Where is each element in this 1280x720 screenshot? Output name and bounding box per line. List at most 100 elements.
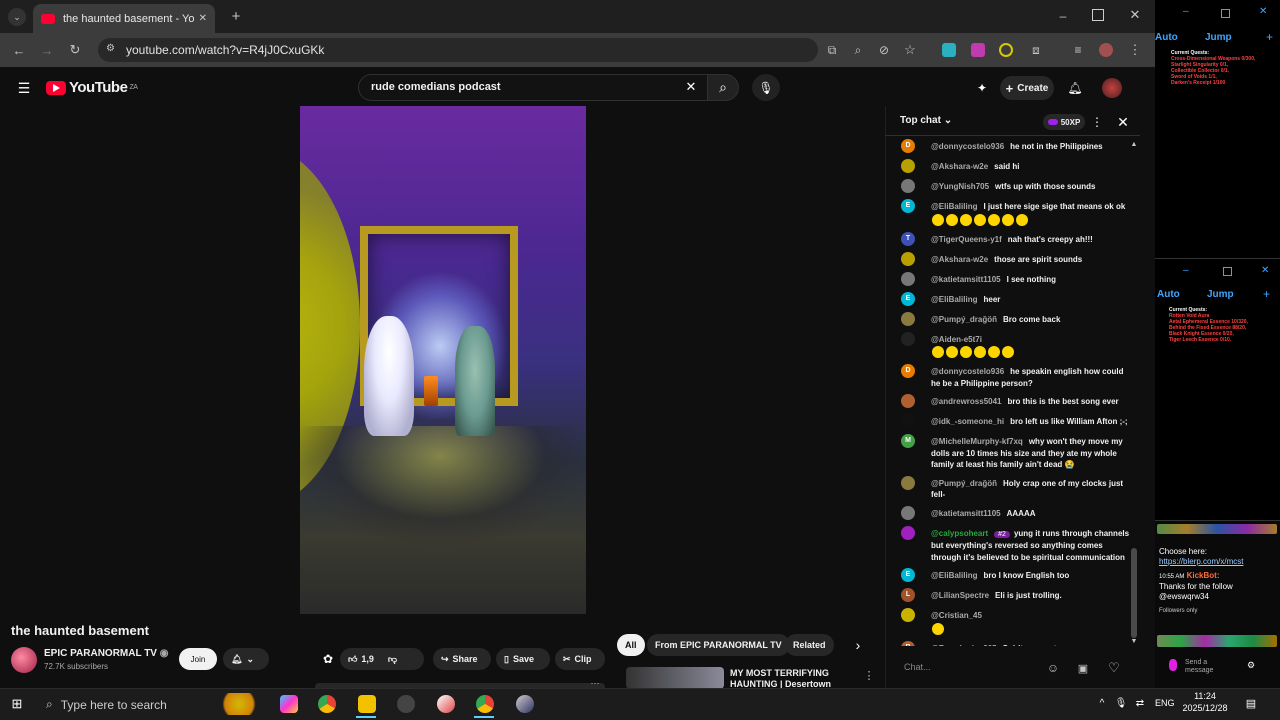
ai-sparkle-icon[interactable]: ✦	[974, 80, 990, 96]
chat-avatar[interactable]	[901, 179, 915, 193]
browser-tab[interactable]: the haunted basement - Yo ✕	[33, 4, 215, 33]
chat-avatar[interactable]: D	[901, 139, 915, 153]
chip-all[interactable]: All	[617, 634, 645, 656]
heart-icon[interactable]: ♡	[1106, 660, 1122, 676]
chat-avatar[interactable]	[901, 608, 915, 622]
chrome-icon[interactable]	[318, 695, 336, 713]
chat-input[interactable]: Chat...	[898, 657, 1028, 679]
chat-author[interactable]: @EliBaliling	[931, 202, 977, 211]
close-window-icon[interactable]: ✕	[1128, 7, 1142, 23]
close-window-icon[interactable]: ✕	[1261, 265, 1269, 276]
maximize-window-icon[interactable]	[1092, 9, 1104, 21]
close-window-icon[interactable]: ✕	[1259, 6, 1267, 17]
chat-avatar[interactable]	[901, 414, 915, 428]
minimize-window-icon[interactable]: –	[1183, 6, 1189, 17]
chat-avatar[interactable]: L	[901, 588, 915, 602]
file-explorer-icon[interactable]	[358, 695, 376, 713]
extension-icon[interactable]	[971, 43, 985, 57]
xp-badge[interactable]: 50XP	[1043, 114, 1085, 130]
language-indicator[interactable]: ENG	[1155, 698, 1175, 708]
account-avatar[interactable]	[1102, 78, 1122, 98]
channel-avatar[interactable]	[11, 647, 37, 673]
thumbs-down-icon[interactable]: 👎︎	[388, 654, 397, 665]
bookmark-star-icon[interactable]: ☆	[902, 42, 918, 58]
close-chat-icon[interactable]: ✕	[1115, 114, 1131, 130]
chat-avatar[interactable]: E	[901, 568, 915, 582]
chat-avatar[interactable]: D	[901, 364, 915, 378]
obs-icon[interactable]	[397, 695, 415, 713]
video-player[interactable]	[300, 106, 586, 614]
chat-author[interactable]: @Brandonian305	[931, 644, 997, 647]
chat-author[interactable]: @LilianSpectre	[931, 591, 989, 600]
chat-avatar[interactable]	[901, 525, 915, 540]
chat-author[interactable]: @andrewross5041	[931, 397, 1002, 406]
extension-icon[interactable]	[999, 43, 1013, 57]
microphone-icon[interactable]: 🎙	[1114, 696, 1128, 710]
windows-start-icon[interactable]: ⊞	[10, 696, 24, 711]
jump-link[interactable]: Jump	[1207, 289, 1234, 300]
chat-avatar[interactable]: T	[901, 231, 915, 246]
tray-overflow-icon[interactable]: ^	[1096, 697, 1108, 709]
maximize-window-icon[interactable]	[1221, 9, 1230, 18]
address-bar[interactable]: ⚙ youtube.com/watch?v=R4jJ0CxuGKk	[98, 38, 818, 62]
chat-author[interactable]: @Pumpý_drağöñ	[931, 315, 997, 324]
emote-row[interactable]	[1157, 635, 1277, 647]
search-input[interactable]: rude comedians podcast	[358, 74, 708, 101]
auto-link[interactable]: Auto	[1157, 289, 1180, 300]
chat-author[interactable]: @calypsoheart	[931, 529, 988, 538]
settings-icon[interactable]: ⚙	[1247, 660, 1255, 671]
voice-search-icon[interactable]: 🎙	[752, 74, 780, 101]
chat-author[interactable]: @donnycostelo936	[931, 367, 1004, 376]
site-info-icon[interactable]: ⚙	[106, 43, 115, 54]
chip-from-channel[interactable]: From EPIC PARANORMAL TV	[647, 634, 790, 656]
guide-menu-icon[interactable]: ☰	[16, 80, 32, 96]
jump-link[interactable]: Jump	[1205, 32, 1232, 43]
youtube-logo[interactable]: YouTube ZA	[46, 79, 138, 96]
recommended-thumbnail[interactable]	[626, 667, 724, 689]
forward-icon[interactable]: →	[39, 42, 55, 58]
chat-author[interactable]: @Aiden-e5t7i	[931, 335, 982, 344]
tab-close-icon[interactable]: ✕	[199, 13, 207, 24]
super-chat-icon[interactable]: ▣	[1075, 660, 1091, 676]
chat-avatar[interactable]: M	[901, 434, 915, 448]
chat-author[interactable]: @EliBaliling	[931, 295, 977, 304]
add-icon[interactable]: +	[1266, 30, 1273, 44]
chat-avatar[interactable]	[901, 505, 915, 520]
chat-author[interactable]: @Akshara-w2e	[931, 162, 988, 171]
more-actions-icon[interactable]: ···	[588, 678, 602, 688]
chat-author[interactable]: @katietamsitt1105	[931, 509, 1001, 518]
top-chat-dropdown[interactable]: Top chat ⌄	[900, 115, 952, 126]
taskbar-clock[interactable]: 11:24 2025/12/28	[1176, 690, 1234, 714]
back-icon[interactable]: ←	[11, 42, 27, 58]
chat-avatar[interactable]	[901, 475, 915, 490]
chat-menu-icon[interactable]: ⋮	[1091, 114, 1103, 130]
extensions-puzzle-icon[interactable]: ⧈	[1028, 42, 1044, 58]
chip-related[interactable]: Related	[785, 634, 834, 656]
clear-search-icon[interactable]: ✕	[684, 79, 698, 95]
network-icon[interactable]: ⇄	[1133, 696, 1147, 710]
scroll-down-icon[interactable]: ▼	[1130, 637, 1138, 645]
add-icon[interactable]: +	[1263, 287, 1270, 301]
share-button[interactable]: ↪ Share	[433, 648, 491, 670]
emote-bar[interactable]	[1157, 524, 1277, 534]
send-message-input[interactable]: Send a message	[1185, 659, 1221, 675]
minimize-window-icon[interactable]: –	[1056, 8, 1070, 24]
clip-button[interactable]: ✂ Clip	[555, 648, 605, 670]
chat-avatar[interactable]	[901, 271, 915, 286]
reload-icon[interactable]: ↻	[67, 42, 83, 58]
search-icon[interactable]: ⌕	[707, 74, 739, 101]
scroll-up-icon[interactable]: ▲	[1130, 140, 1138, 148]
recommended-title[interactable]: MY MOST TERRIFYING HAUNTING | Desertown …	[730, 668, 860, 688]
chat-author[interactable]: @MichelleMurphy-kf7xq	[931, 437, 1023, 446]
like-dislike-button[interactable]: 👍︎ 1,9 👎︎	[340, 648, 424, 670]
chat-author[interactable]: @katietamsitt1105	[931, 275, 1001, 284]
chat-avatar[interactable]: E	[901, 291, 915, 306]
chat-avatar[interactable]	[901, 394, 915, 408]
save-button[interactable]: ▯ Save	[496, 648, 550, 670]
zoom-icon[interactable]: ⌕	[850, 42, 866, 58]
chat-author[interactable]: @YungNish705	[931, 182, 989, 191]
copilot-icon[interactable]	[280, 695, 298, 713]
chat-scrollbar[interactable]	[1131, 548, 1137, 638]
chat-author[interactable]: @donnycostelo936	[931, 142, 1004, 151]
blerp-link[interactable]: https://blerp.com/x/mcst	[1159, 557, 1277, 567]
